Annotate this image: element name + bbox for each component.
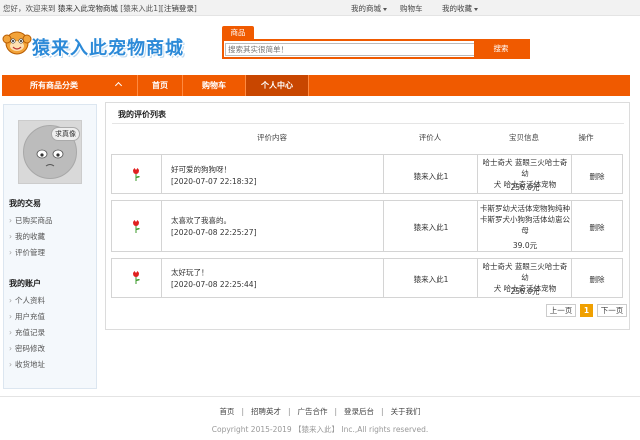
footer-separator: | (241, 407, 244, 416)
sidebar-item-password[interactable]: 密码修改 (9, 343, 45, 354)
mascot-logo-icon (2, 31, 32, 55)
product-name-line: 哈士奇犬 蓝眼三火哈士奇幼 (482, 262, 568, 282)
trade-section-title: 我的交易 (9, 199, 41, 208)
reviewer-name: 猿来入此1 (413, 172, 449, 181)
table-row: 好可爱的狗狗呀！ [2020-07-07 22:18:32] 猿来入此1 哈士奇… (111, 154, 623, 194)
search-input[interactable] (225, 43, 475, 56)
close-bracket: ] (193, 4, 197, 13)
next-page-button[interactable]: 下一页 (597, 304, 627, 317)
search-box: 搜索 (222, 39, 530, 59)
current-page[interactable]: 1 (580, 304, 593, 317)
chevron-up-icon (114, 81, 123, 90)
product-name-line: 哈士奇犬 蓝眼三火哈士奇幼 (482, 158, 568, 178)
footer-links: 首页 | 招聘英才 | 广告合作 | 登录后台 | 关于我们 (0, 406, 640, 417)
logo-text: 猿来入此宠物商城 (32, 38, 184, 59)
reviewer-name: 猿来入此1 (413, 223, 449, 232)
footer-separator: | (381, 407, 384, 416)
favorites-label: 我的收藏 (442, 4, 472, 13)
avatar[interactable]: 求真像 (18, 120, 82, 184)
footer-link-ads[interactable]: 广告合作 (298, 407, 328, 416)
delete-link[interactable]: 删除 (572, 171, 622, 182)
sidebar-item-purchased[interactable]: 已购买商品 (9, 215, 53, 226)
review-comment: 太喜欢了我喜的。 (171, 216, 231, 225)
delete-link[interactable]: 删除 (572, 222, 622, 233)
column-header-product: 宝贝信息 (509, 133, 539, 142)
site-name-link[interactable]: 猿来入此宠物商城 (58, 4, 118, 13)
product-price: 256.0元 (510, 287, 540, 296)
prev-page-button[interactable]: 上一页 (546, 304, 576, 317)
footer-divider (0, 396, 640, 397)
welcome-prefix: 您好，欢迎来到 (3, 4, 56, 13)
nav-item-cart[interactable]: 购物车 (183, 75, 246, 96)
review-comment: 好可爱的狗狗呀！ (171, 165, 231, 174)
copyright-text: Copyright 2015-2019 【猿来入此】 Inc.,All righ… (211, 425, 429, 434)
account-section-title: 我的账户 (9, 279, 41, 288)
column-header-action: 操作 (578, 133, 594, 142)
review-time: [2020-07-08 22:25:27] (171, 228, 257, 237)
caret-down-icon (474, 7, 478, 11)
cart-link[interactable]: 购物车 (400, 3, 423, 14)
nav-item-user-center[interactable]: 个人中心 (246, 75, 309, 96)
all-categories-label: 所有商品分类 (30, 81, 78, 90)
table-row: 太好玩了！ [2020-07-08 22:25:44] 猿来入此1 哈士奇犬 蓝… (111, 258, 623, 298)
delete-link[interactable]: 删除 (572, 274, 622, 285)
review-time: [2020-07-07 22:18:32] (171, 177, 257, 186)
product-name-line: 卡斯罗幼犬活体宠物狗纯种 (480, 204, 570, 213)
flower-icon (133, 220, 140, 233)
user-bracket: [猿来入此1][ (120, 4, 164, 13)
favorites-menu[interactable]: 我的收藏 (442, 3, 478, 14)
sidebar-item-reviews[interactable]: 评价管理 (9, 247, 45, 258)
title-divider (112, 123, 624, 124)
footer-separator: | (287, 407, 291, 416)
flower-icon (133, 271, 140, 284)
main-nav: 所有商品分类 首页 购物车 个人中心 (2, 75, 630, 96)
site-logo[interactable]: 猿来入此宠物商城 (2, 26, 212, 66)
product-price: 256.0元 (510, 183, 540, 192)
search-button[interactable]: 搜索 (474, 41, 528, 57)
footer-link-about[interactable]: 关于我们 (391, 407, 421, 416)
reviewer-name: 猿来入此1 (413, 275, 449, 284)
product-name-line: 卡斯罗犬小狗狗活体幼崽公 (480, 215, 570, 224)
caret-down-icon (383, 7, 387, 11)
column-header-content: 评价内容 (257, 133, 287, 142)
top-bar: 您好，欢迎来到 猿来入此宠物商城 [猿来入此1][注销登录] 我的商城 购物车 … (0, 0, 640, 16)
my-mall-menu[interactable]: 我的商城 (351, 3, 387, 14)
table-row: 太喜欢了我喜的。 [2020-07-08 22:25:27] 猿来入此1 卡斯罗… (111, 200, 623, 252)
product-name[interactable]: 卡斯罗幼犬活体宠物狗纯种 卡斯罗犬小狗狗活体幼崽公 母 (480, 203, 570, 236)
footer-link-jobs[interactable]: 招聘英才 (251, 407, 281, 416)
sidebar: 求真像 我的交易 已购买商品 我的收藏 评价管理 我的账户 个人资料 用户充值 … (3, 104, 97, 389)
flower-icon (133, 168, 140, 181)
my-mall-label: 我的商城 (351, 4, 381, 13)
sidebar-item-profile[interactable]: 个人资料 (9, 295, 45, 306)
welcome-text: 您好，欢迎来到 猿来入此宠物商城 [猿来入此1][注销登录] (3, 3, 197, 14)
search-tab-products[interactable]: 商品 (222, 26, 254, 39)
footer-link-admin[interactable]: 登录后台 (344, 407, 374, 416)
sidebar-item-recharge[interactable]: 用户充值 (9, 311, 45, 322)
footer-link-home[interactable]: 首页 (219, 407, 234, 416)
sidebar-item-address[interactable]: 收货地址 (9, 359, 45, 370)
logout-link[interactable]: 注销登录 (164, 4, 194, 13)
page-title: 我的评价列表 (118, 110, 166, 119)
avatar-bubble: 求真像 (51, 127, 80, 141)
sidebar-item-recharge-records[interactable]: 充值记录 (9, 327, 45, 338)
product-name-line: 母 (521, 226, 529, 235)
product-price: 39.0元 (512, 241, 538, 250)
footer-separator: | (334, 407, 338, 416)
nav-item-home[interactable]: 首页 (138, 75, 183, 96)
review-comment: 太好玩了！ (171, 268, 209, 277)
review-time: [2020-07-08 22:25:44] (171, 280, 257, 289)
sidebar-item-favorites[interactable]: 我的收藏 (9, 231, 45, 242)
all-categories-menu[interactable]: 所有商品分类 (2, 75, 138, 96)
column-header-reviewer: 评价人 (418, 133, 442, 142)
